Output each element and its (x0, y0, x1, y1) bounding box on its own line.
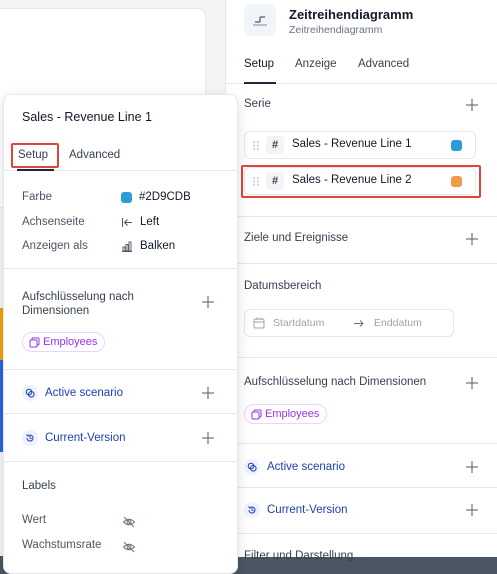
end-date-placeholder[interactable]: Enddatum (374, 317, 422, 329)
popover-current-version-row[interactable]: Current-Version (22, 428, 126, 448)
dimension-icon (29, 337, 40, 347)
popover-active-tab-indicator (17, 169, 54, 171)
divider (226, 443, 497, 444)
labels-section-title: Labels (22, 480, 56, 492)
axis-left-icon (122, 217, 132, 227)
calendar-icon (253, 317, 265, 329)
drag-handle-icon[interactable] (252, 176, 260, 187)
add-version-plus-icon[interactable] (465, 503, 479, 517)
current-version-row[interactable]: Current-Version (244, 500, 348, 520)
popover-add-scenario-plus-icon[interactable] (201, 386, 215, 400)
bar-chart-icon (122, 241, 132, 252)
display-as-select[interactable]: Balken (121, 240, 175, 252)
series-color-swatch (451, 140, 462, 151)
growth-rate-label: Wachstumsrate (22, 539, 102, 551)
color-hex-value: #2D9CDB (139, 191, 191, 203)
add-scenario-plus-icon[interactable] (465, 460, 479, 474)
divider (226, 216, 497, 217)
dimension-icon (251, 409, 262, 419)
scenario-icon (244, 459, 260, 475)
time-series-chart-icon (244, 4, 276, 36)
popover-dimension-tag[interactable]: Employees (22, 332, 106, 352)
active-tab-indicator (244, 82, 276, 84)
number-type-icon: # (266, 172, 284, 190)
popover-current-version-label: Current-Version (45, 432, 126, 444)
date-range-input[interactable]: Startdatum Enddatum (244, 309, 454, 337)
date-range-title: Datumsbereich (244, 280, 322, 292)
dimension-tag-label: Employees (265, 408, 320, 420)
popover-tab-setup[interactable]: Setup (18, 149, 48, 161)
tab-advanced[interactable]: Advanced (358, 58, 409, 70)
filter-section-title: Filter und Darstellung (244, 550, 354, 562)
divider (4, 413, 237, 414)
add-dimension-plus-icon[interactable] (465, 376, 479, 390)
popover-active-scenario-row[interactable]: Active scenario (22, 383, 123, 403)
popover-active-scenario-label: Active scenario (45, 387, 123, 399)
version-history-icon (22, 430, 38, 446)
popover-title: Sales - Revenue Line 1 (22, 110, 152, 124)
eye-off-icon[interactable] (122, 515, 136, 529)
panel-title: Zeitreihendiagramm (289, 7, 414, 22)
panel-tabs: Setup Anzeige Advanced (226, 52, 497, 84)
divider (4, 461, 237, 462)
axis-side-select[interactable]: Left (121, 216, 159, 228)
popover-breakdown-title: Aufschlüsselung nach Dimensionen (22, 291, 134, 317)
value-label: Wert (22, 514, 47, 526)
drag-handle-icon[interactable] (252, 140, 260, 151)
series-item[interactable]: # Sales - Revenue Line 2 (244, 167, 476, 195)
divider (4, 268, 237, 269)
divider (226, 533, 497, 534)
popover-tab-advanced[interactable]: Advanced (69, 149, 120, 161)
display-as-label: Anzeigen als (22, 240, 88, 252)
arrow-right-icon (354, 320, 364, 327)
tab-setup[interactable]: Setup (244, 58, 274, 70)
divider (226, 487, 497, 488)
series-item[interactable]: # Sales - Revenue Line 1 (244, 131, 476, 159)
tab-anzeige[interactable]: Anzeige (295, 58, 337, 70)
color-swatch (121, 191, 132, 203)
number-type-icon: # (266, 136, 284, 154)
series-section-title: Serie (244, 98, 271, 110)
popover-add-version-plus-icon[interactable] (201, 431, 215, 445)
goals-section-title: Ziele und Ereignisse (244, 232, 349, 244)
axis-side-label: Achsenseite (22, 216, 85, 228)
current-version-label: Current-Version (267, 504, 348, 516)
active-scenario-row[interactable]: Active scenario (244, 457, 345, 477)
divider (4, 369, 237, 370)
color-label: Farbe (22, 191, 53, 203)
dimension-tag[interactable]: Employees (244, 404, 328, 424)
start-date-placeholder[interactable]: Startdatum (273, 317, 324, 329)
breakdown-section-title: Aufschlüsselung nach Dimensionen (244, 376, 427, 388)
display-as-value: Balken (140, 240, 176, 252)
chart-settings-panel: Zeitreihendiagramm Zeitreihendiagramm Se… (225, 0, 497, 562)
scenario-icon (22, 385, 38, 401)
version-history-icon (244, 502, 260, 518)
series-name: Sales - Revenue Line 1 (292, 138, 412, 150)
popover-add-dimension-plus-icon[interactable] (201, 295, 215, 309)
panel-header: Zeitreihendiagramm Zeitreihendiagramm (244, 4, 494, 40)
add-series-plus-icon[interactable] (465, 98, 479, 112)
series-color-swatch (451, 176, 462, 187)
eye-off-icon[interactable] (122, 540, 136, 554)
panel-subtitle: Zeitreihendiagramm (289, 24, 383, 36)
color-picker[interactable]: #2D9CDB (121, 191, 191, 203)
series-name: Sales - Revenue Line 2 (292, 174, 412, 186)
series-settings-popover: Sales - Revenue Line 1 Setup Advanced Fa… (3, 94, 238, 574)
divider (226, 263, 497, 264)
add-goal-plus-icon[interactable] (465, 232, 479, 246)
active-scenario-label: Active scenario (267, 461, 345, 473)
divider (226, 357, 497, 358)
popover-tabs: Setup Advanced (4, 137, 237, 171)
popover-dimension-tag-label: Employees (43, 336, 98, 348)
axis-side-value: Left (140, 216, 160, 228)
